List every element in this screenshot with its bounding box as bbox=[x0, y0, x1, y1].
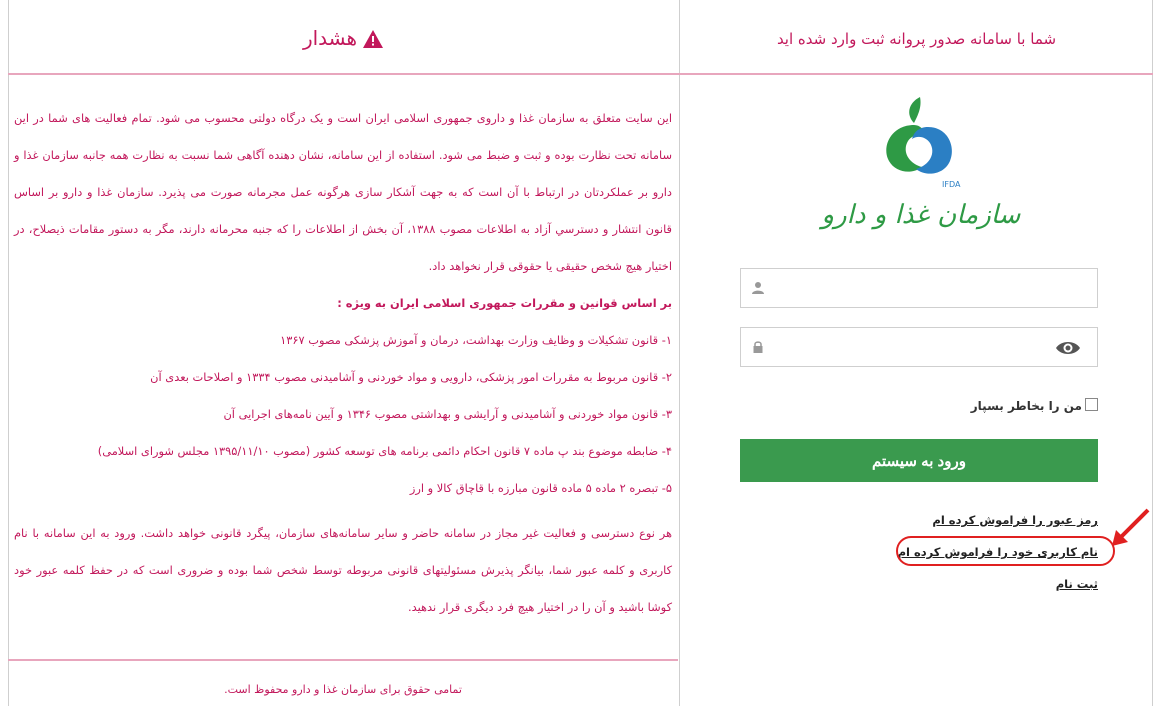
copyright-footer: تمامی حقوق برای سازمان غذا و دارو محفوظ … bbox=[224, 683, 462, 696]
warning-title-text: هشدار bbox=[302, 26, 358, 50]
warning-body: این سایت متعلق به سازمان غذا و داروی جمه… bbox=[14, 100, 672, 626]
warning-paragraph: این سایت متعلق به سازمان غذا و داروی جمه… bbox=[14, 111, 672, 273]
law-item-3: ۳- قانون مواد خوردنی و آشامیدنی و آرایشی… bbox=[223, 407, 672, 421]
law-item-1: ۱- قانون تشکیلات و وظایف وزارت بهداشت، د… bbox=[280, 333, 672, 347]
law-item-5: ۵- تبصره ۲ ماده ۵ ماده قانون مبارزه با ق… bbox=[409, 481, 672, 495]
footer-divider bbox=[8, 659, 678, 661]
username-field[interactable] bbox=[740, 268, 1098, 308]
laws-heading: بر اساس قوانین و مقررات جمهوری اسلامی ای… bbox=[337, 296, 672, 310]
remember-checkbox[interactable] bbox=[1085, 398, 1098, 411]
law-item-2: ۲- قانون مربوط به مقررات امور پزشکی، دار… bbox=[150, 370, 672, 384]
password-input[interactable] bbox=[741, 328, 1097, 366]
logo-name: سازمان غذا و دارو bbox=[819, 200, 1022, 230]
eye-icon[interactable] bbox=[1055, 339, 1081, 357]
login-title: شما با سامانه صدور پروانه ثبت وارد شده ا… bbox=[776, 30, 1057, 48]
login-button[interactable]: ورود به سیستم bbox=[740, 439, 1098, 482]
remember-me[interactable]: من را بخاطر بسپار bbox=[740, 398, 1098, 413]
left-border bbox=[8, 0, 9, 706]
column-divider bbox=[679, 0, 680, 706]
closing-paragraph: هر نوع دسترسی و فعالیت غیر مجاز در سامان… bbox=[14, 526, 672, 614]
forgot-password-link[interactable]: رمز عبور را فراموش کرده ام bbox=[740, 513, 1098, 527]
remember-label: من را بخاطر بسپار bbox=[970, 399, 1082, 413]
red-arrow-icon bbox=[1112, 508, 1150, 546]
header-divider bbox=[8, 73, 1153, 75]
logo-abbr: IFDA bbox=[942, 180, 961, 189]
highlight-oval bbox=[896, 536, 1115, 566]
password-field[interactable] bbox=[740, 327, 1098, 367]
username-input[interactable] bbox=[741, 269, 1097, 307]
register-link[interactable]: ثبت نام bbox=[740, 577, 1098, 591]
user-icon bbox=[752, 282, 764, 294]
warning-triangle-icon bbox=[363, 29, 384, 53]
warning-title: هشدار bbox=[8, 26, 678, 53]
law-item-4: ۴- ضابطه موضوع بند پ ماده ۷ قانون احکام … bbox=[97, 444, 672, 458]
ifda-logo: IFDA سازمان غذا و دارو bbox=[816, 93, 1026, 233]
lock-icon bbox=[753, 341, 763, 353]
